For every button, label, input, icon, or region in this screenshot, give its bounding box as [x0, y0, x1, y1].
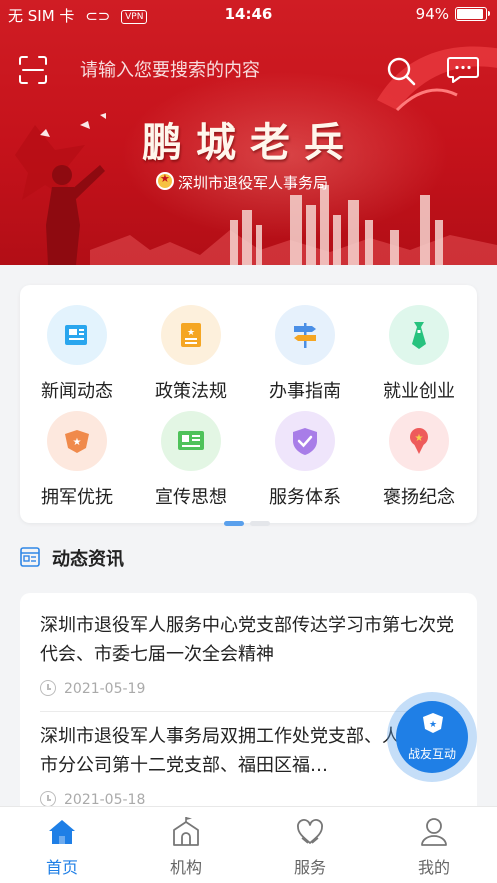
svg-text:★: ★ [429, 720, 437, 730]
svg-text:★: ★ [415, 433, 424, 444]
news-list-icon [20, 547, 40, 567]
banner-subtitle: 深圳市退役军人事务局 [178, 174, 329, 192]
tab-label: 机构 [169, 858, 202, 877]
tab-institution[interactable]: 机构 [124, 807, 248, 883]
page-indicator [224, 511, 276, 526]
page-dot-active[interactable] [224, 521, 244, 526]
scan-icon[interactable] [18, 55, 48, 85]
menu-label: 就业创业 [383, 381, 455, 402]
menu-label: 服务体系 [269, 487, 341, 508]
menu-item-news[interactable]: 新闻动态 [20, 305, 134, 405]
service-icon [297, 819, 323, 844]
badge-icon: ★ [423, 713, 443, 733]
bottom-tab-bar: 首页 机构 服务 我的 [0, 806, 497, 883]
message-icon[interactable] [447, 56, 479, 84]
tab-label: 我的 [417, 858, 450, 877]
quick-menu: 新闻动态 ★ 政策法规 办事指南 就业创业 ★ 拥军优抚 宣传思想 服务体系 ★… [20, 285, 477, 526]
home-icon [49, 820, 75, 844]
menu-item-propaganda[interactable]: 宣传思想 [134, 411, 248, 511]
emblem-icon [156, 172, 174, 190]
tab-label: 服务 [293, 858, 326, 877]
menu-item-policy[interactable]: ★ 政策法规 [134, 305, 248, 405]
tab-service[interactable]: 服务 [248, 807, 372, 883]
menu-label: 褒扬纪念 [383, 487, 455, 508]
guide-icon [275, 305, 335, 365]
employment-icon [389, 305, 449, 365]
fab-inner: ★ 战友互动 [396, 701, 468, 773]
fab-label: 战友互动 [407, 747, 456, 761]
svg-text:★: ★ [187, 328, 195, 338]
menu-item-commemorate[interactable]: ★ 褒扬纪念 [362, 411, 476, 511]
institution-icon [173, 817, 199, 846]
hero-banner[interactable]: 无 SIM 卡 ⊂⊃ VPN 14:46 94% 鹏城老兵 深圳市退役军人事务局 [0, 0, 497, 265]
battery-icon [455, 7, 490, 21]
search-icon[interactable] [386, 56, 416, 86]
banner-title: 鹏城老兵 [142, 119, 358, 166]
tab-label: 首页 [45, 858, 78, 877]
comrade-interaction-button[interactable]: ★ 战友互动 [387, 692, 477, 782]
news-date-text: 2021-05-19 [64, 681, 146, 697]
search-input[interactable] [64, 52, 374, 88]
news-title: 深圳市退役军人服务中心党支部传达学习市第七次党代会、市委七届一次全会精神 [40, 615, 454, 665]
clock-icon [40, 791, 56, 807]
menu-label: 政策法规 [155, 381, 227, 402]
news-date: 2021-05-19 [40, 679, 460, 699]
section-title: 动态资讯 [52, 549, 124, 570]
page-dot[interactable] [250, 521, 270, 526]
menu-label: 拥军优抚 [41, 487, 113, 508]
menu-label: 新闻动态 [41, 381, 113, 402]
svg-text:★: ★ [73, 437, 82, 448]
status-bar: 无 SIM 卡 ⊂⊃ VPN 14:46 94% [0, 0, 497, 28]
clock-icon [40, 680, 56, 696]
service-shield-icon [275, 411, 335, 471]
profile-icon [421, 818, 447, 846]
menu-item-military-support[interactable]: ★ 拥军优抚 [20, 411, 134, 511]
tab-home[interactable]: 首页 [0, 807, 124, 883]
battery-percent: 94% [415, 5, 449, 23]
commemorate-icon: ★ [389, 411, 449, 471]
news-item[interactable]: 深圳市退役军人服务中心党支部传达学习市第七次党代会、市委七届一次全会精神 202… [40, 611, 460, 699]
medal-icon: ★ [47, 411, 107, 471]
tab-profile[interactable]: 我的 [372, 807, 496, 883]
menu-item-guide[interactable]: 办事指南 [248, 305, 362, 405]
menu-item-service-system[interactable]: 服务体系 [248, 411, 362, 511]
propaganda-icon [161, 411, 221, 471]
news-icon [47, 305, 107, 365]
menu-label: 办事指南 [269, 381, 341, 402]
policy-icon: ★ [161, 305, 221, 365]
menu-item-employment[interactable]: 就业创业 [362, 305, 476, 405]
menu-label: 宣传思想 [155, 487, 227, 508]
